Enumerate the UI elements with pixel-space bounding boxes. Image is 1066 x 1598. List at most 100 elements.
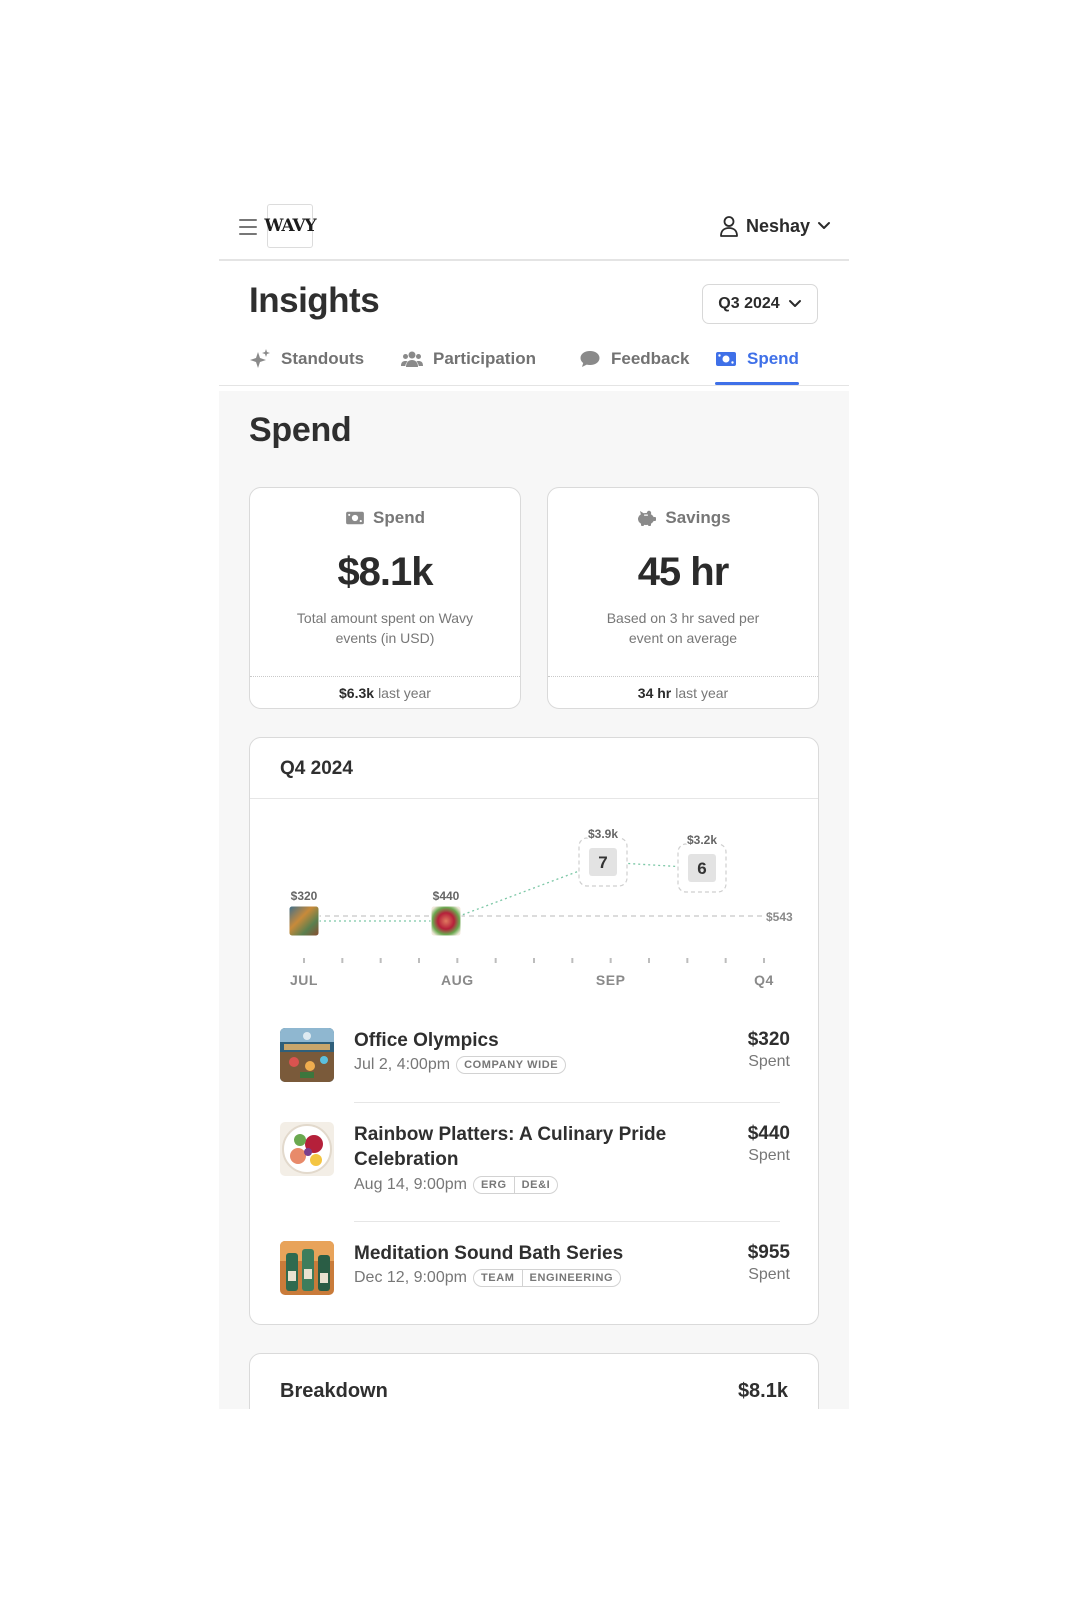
people-icon: [401, 351, 423, 367]
top-bar: WAVY Neshay: [219, 193, 849, 261]
quarter-card-title: Q4 2024: [280, 758, 353, 779]
chart-plot-area: JUL AUG SEP Q4 $543 $320 $440 7 $3.9k 6 $3.2k: [288, 826, 793, 988]
user-name: Neshay: [745, 215, 810, 236]
axis-tick-label: JUL: [290, 972, 318, 988]
event-name[interactable]: Office Olympics: [354, 1028, 694, 1053]
tab-participation[interactable]: Participation: [401, 335, 536, 383]
savings-stat-label: Savings: [665, 508, 731, 527]
axis-tick-label: AUG: [441, 972, 474, 988]
event-tags: ERG DE&I: [472, 1176, 559, 1194]
tab-label: Standouts: [281, 349, 365, 368]
breakdown-title: Breakdown: [280, 1380, 388, 1402]
chevron-down-icon: [788, 300, 801, 307]
event-name[interactable]: Meditation Sound Bath Series: [354, 1241, 694, 1266]
event-amount-value: $440: [747, 1123, 790, 1144]
event-thumbnail[interactable]: [280, 1241, 334, 1295]
event-thumbnail[interactable]: [280, 1028, 334, 1082]
spend-stat-card: Spend $8.1k Total amount spent on Wavy e…: [249, 487, 521, 709]
menu-icon[interactable]: [239, 219, 257, 235]
page-title: Insights: [249, 281, 380, 320]
event-amount-value: $955: [747, 1242, 790, 1263]
user-icon: [720, 216, 738, 237]
tab-spend[interactable]: Spend: [715, 335, 799, 385]
tab-standouts[interactable]: Standouts: [249, 335, 364, 383]
savings-stat-last-year: 34 hr last year: [548, 676, 818, 708]
event-point-thumbnail: [288, 905, 320, 937]
event-name[interactable]: Rainbow Platters: A Culinary Pride Celeb…: [354, 1122, 694, 1172]
event-tags: TEAM ENGINEERING: [472, 1269, 622, 1287]
savings-last-year-value: 34 hr: [637, 684, 672, 701]
quarter-select[interactable]: Q3 2024: [702, 284, 818, 324]
breakdown-total: $8.1k: [737, 1380, 788, 1402]
spend-stat-last-year: $6.3k last year: [250, 676, 520, 708]
event-tag: ERG: [480, 1179, 507, 1191]
event-tags: COMPANY WIDE: [456, 1056, 567, 1074]
spend-stat-header: Spend: [250, 508, 520, 528]
savings-stat-value: 45 hr: [637, 550, 730, 594]
sparkle-icon: [250, 349, 270, 368]
event-meta: Jul 2, 4:00pm COMPANY WIDE: [354, 1056, 567, 1074]
event-row[interactable]: Meditation Sound Bath Series Dec 12, 9:0…: [280, 1241, 790, 1311]
event-amount-label: Spent: [748, 1266, 790, 1283]
tab-label: Spend: [747, 349, 799, 368]
quarter-card-header: Q4 2024: [250, 738, 818, 799]
savings-last-year-label: last year: [675, 684, 729, 701]
savings-stat-description: Based on 3 hr saved per event on average: [606, 610, 760, 646]
point-value-label: $3.9k: [588, 827, 618, 841]
event-amount: $320 Spent: [748, 1028, 790, 1072]
event-date: Dec 12, 9:00pm: [354, 1269, 467, 1286]
axis-tick-label: SEP: [596, 972, 626, 988]
event-divider: [354, 1221, 780, 1222]
spend-stat-label: Spend: [373, 508, 425, 527]
event-date: Aug 14, 9:00pm: [354, 1176, 467, 1193]
money-icon: [716, 352, 736, 366]
tab-label: Feedback: [611, 349, 690, 368]
event-amount: $440 Spent: [748, 1122, 790, 1166]
cluster-event-count: 6: [697, 859, 706, 878]
event-tag: ENGINEERING: [521, 1270, 621, 1286]
event-row[interactable]: Office Olympics Jul 2, 4:00pm COMPANY WI…: [280, 1028, 790, 1098]
event-thumbnail[interactable]: [280, 1122, 334, 1176]
app-frame: WAVY Neshay Insights Q3 2024 Standouts P…: [219, 193, 849, 1409]
section-title: Spend: [249, 411, 352, 449]
event-meta: Dec 12, 9:00pm TEAM ENGINEERING: [354, 1269, 622, 1287]
savings-stat-header: Savings: [548, 508, 818, 528]
piggy-bank-icon: [638, 510, 657, 526]
savings-stat-card: Savings 45 hr Based on 3 hr saved per ev…: [547, 487, 819, 709]
money-icon: [346, 511, 364, 525]
cluster-event-count: 7: [598, 853, 607, 872]
point-value-label: $320: [291, 889, 318, 903]
event-date: Jul 2, 4:00pm: [354, 1056, 451, 1073]
tab-bar: Standouts Participation Feedback Spend: [219, 335, 849, 386]
event-amount-value: $320: [747, 1029, 790, 1050]
spend-stat-value: $8.1k: [337, 550, 433, 594]
event-amount-label: Spent: [748, 1147, 790, 1164]
wavy-logo[interactable]: WAVY: [264, 204, 317, 248]
trend-line: [304, 861, 703, 922]
tab-feedback[interactable]: Feedback: [579, 335, 689, 383]
event-amount: $955 Spent: [748, 1241, 790, 1285]
breakdown-card: Breakdown $8.1k: [249, 1353, 819, 1409]
spend-last-year-value: $6.3k: [339, 684, 375, 701]
event-meta: Aug 14, 9:00pm ERG DE&I: [354, 1176, 559, 1194]
quarter-spend-card: Q4 2024 JUL AUG SEP Q4 $543 $320 $440 7 $3.9k 6 $3…: [249, 737, 819, 1325]
event-point-thumbnail: [430, 905, 462, 937]
chevron-down-icon: [818, 222, 830, 229]
axis-tick-label: Q4: [754, 972, 774, 988]
event-tag: COMPANY WIDE: [464, 1059, 559, 1071]
event-divider: [354, 1102, 780, 1103]
event-tag: TEAM: [480, 1272, 515, 1284]
average-reference-label: $543: [766, 910, 793, 924]
chat-bubble-icon: [580, 351, 600, 367]
event-tag: DE&I: [513, 1177, 558, 1193]
event-amount-label: Spent: [748, 1053, 790, 1070]
spend-timeline-chart: JUL AUG SEP Q4 $543 $320 $440 7 $3.9k 6 $3.2k: [288, 826, 793, 988]
spend-last-year-label: last year: [378, 684, 431, 701]
point-value-label: $440: [433, 889, 460, 903]
quarter-select-value: Q3 2024: [718, 295, 780, 312]
event-row[interactable]: Rainbow Platters: A Culinary Pride Celeb…: [280, 1122, 790, 1212]
point-value-label: $3.2k: [687, 833, 717, 847]
tab-label: Participation: [433, 349, 536, 368]
spend-stat-description: Total amount spent on Wavy events (in US…: [296, 610, 474, 646]
user-menu[interactable]: Neshay: [719, 214, 831, 238]
